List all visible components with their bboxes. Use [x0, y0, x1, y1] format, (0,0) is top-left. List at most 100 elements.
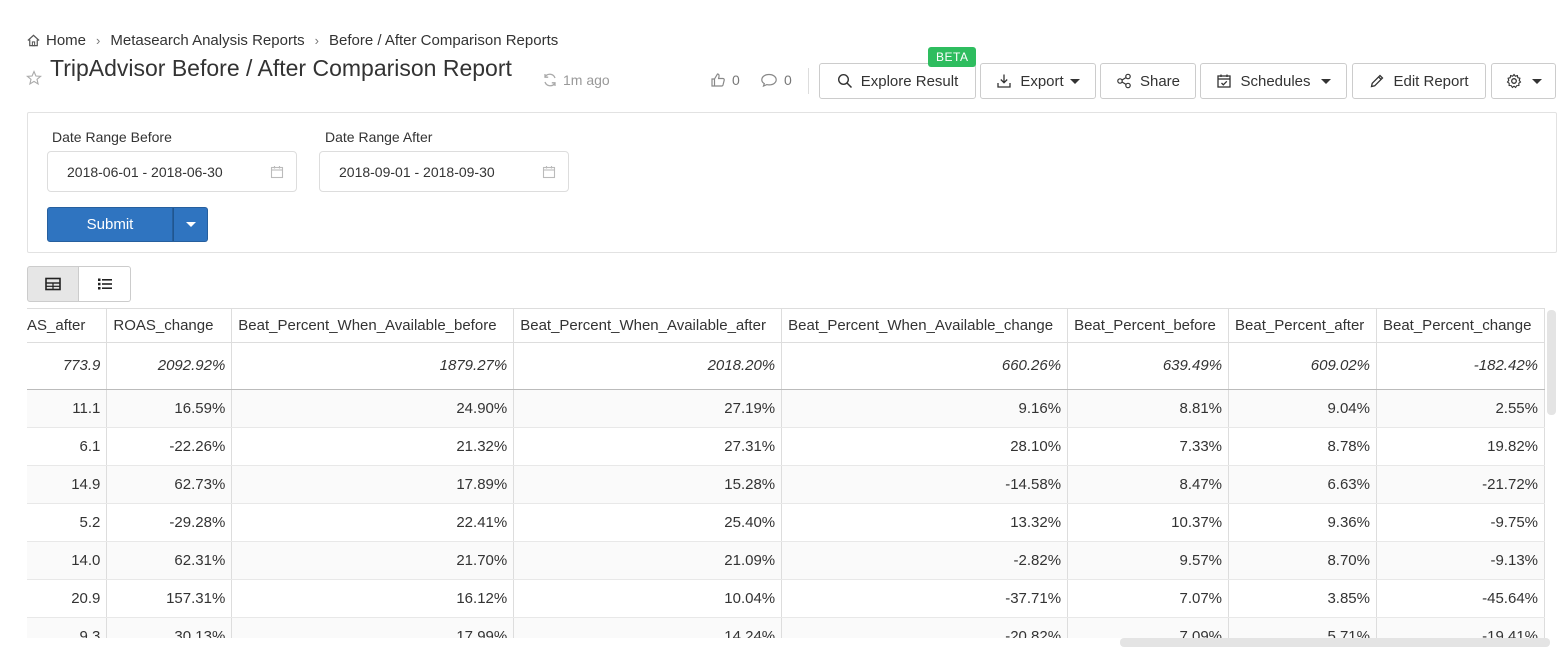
column-header[interactable]: AS_after: [27, 309, 108, 343]
column-header[interactable]: Beat_Percent_after: [1228, 309, 1377, 343]
breadcrumb-home[interactable]: Home: [46, 32, 86, 49]
table-cell: 7.33%: [1067, 427, 1230, 466]
list-view-button[interactable]: [79, 266, 131, 302]
table-cell: -9.75%: [1376, 503, 1545, 542]
edit-report-button[interactable]: Edit Report: [1352, 63, 1486, 99]
comment-count: 0: [784, 72, 792, 88]
refresh-time: 1m ago: [563, 72, 610, 88]
share-icon: [1117, 73, 1131, 89]
refresh-icon: [544, 73, 556, 87]
table-cell: -182.42%: [1376, 342, 1545, 390]
table-row: 20.9 157.31% 16.12% 10.04% -37.71% 7.07%…: [27, 579, 1545, 618]
table-cell: 8.78%: [1228, 427, 1377, 466]
table-cell: -20.82%: [781, 617, 1069, 638]
export-button[interactable]: Export: [980, 63, 1096, 99]
column-header[interactable]: Beat_Percent_before: [1067, 309, 1230, 343]
table-cell: -37.71%: [781, 579, 1069, 618]
date-range-after-value: 2018-09-01 - 2018-09-30: [339, 163, 495, 180]
download-icon: [997, 74, 1011, 88]
results-table-container: AS_after ROAS_change Beat_Percent_When_A…: [27, 308, 1545, 638]
table-cell: 8.70%: [1228, 541, 1377, 580]
table-row: 6.1 -22.26% 21.32% 27.31% 28.10% 7.33% 8…: [27, 427, 1545, 466]
date-range-before-input[interactable]: 2018-06-01 - 2018-06-30: [47, 151, 297, 192]
table-cell: 28.10%: [781, 427, 1069, 466]
table-cell: 9.04%: [1228, 389, 1377, 428]
page-title: TripAdvisor Before / After Comparison Re…: [50, 55, 512, 81]
table-cell: -14.58%: [781, 465, 1069, 504]
table-cell: 6.63%: [1228, 465, 1377, 504]
table-cell: 62.31%: [106, 541, 233, 580]
table-row: 5.2 -29.28% 22.41% 25.40% 13.32% 10.37% …: [27, 503, 1545, 542]
table-cell: -22.26%: [106, 427, 233, 466]
breadcrumb: Home › Metasearch Analysis Reports › Bef…: [26, 32, 558, 49]
share-button[interactable]: Share: [1100, 63, 1196, 99]
calendar-check-icon: [1217, 74, 1232, 88]
table-cell: -19.41%: [1376, 617, 1545, 638]
home-icon[interactable]: [26, 33, 41, 48]
table-cell: 639.49%: [1067, 342, 1230, 390]
table-cell: 14.0: [27, 541, 108, 580]
refresh-status[interactable]: 1m ago: [542, 72, 610, 88]
submit-options-button[interactable]: [173, 207, 208, 242]
table-cell: 1879.27%: [231, 342, 515, 390]
table-cell: 14.24%: [513, 617, 783, 638]
beta-badge: BETA: [928, 47, 977, 67]
table-cell: 9.36%: [1228, 503, 1377, 542]
table-cell: 6.1: [27, 427, 108, 466]
report-header: TripAdvisor Before / After Comparison Re…: [26, 47, 1559, 108]
divider: [808, 68, 809, 94]
caret-down-icon: [1531, 78, 1542, 84]
table-cell: 21.09%: [513, 541, 783, 580]
table-cell: 773.9: [27, 342, 108, 390]
table-cell: 609.02%: [1228, 342, 1377, 390]
table-row: 14.0 62.31% 21.70% 21.09% -2.82% 9.57% 8…: [27, 541, 1545, 580]
table-row: 14.9 62.73% 17.89% 15.28% -14.58% 8.47% …: [27, 465, 1545, 504]
view-toggle: [27, 266, 131, 302]
table-cell: 9.3: [27, 617, 108, 638]
table-icon: [45, 277, 61, 291]
share-label: Share: [1139, 72, 1181, 90]
summary-row: 773.9 2092.92% 1879.27% 2018.20% 660.26%…: [27, 342, 1545, 390]
results-table: AS_after ROAS_change Beat_Percent_When_A…: [27, 309, 1545, 638]
table-cell: 157.31%: [106, 579, 233, 618]
list-icon: [97, 278, 112, 290]
table-cell: 2092.92%: [106, 342, 233, 390]
explore-result-button[interactable]: Explore Result: [819, 63, 976, 99]
table-row: 11.1 16.59% 24.90% 27.19% 9.16% 8.81% 9.…: [27, 389, 1545, 428]
date-range-before-value: 2018-06-01 - 2018-06-30: [67, 163, 223, 180]
like-counter[interactable]: 0: [710, 72, 740, 88]
table-cell: 2018.20%: [513, 342, 783, 390]
star-icon[interactable]: [26, 70, 42, 86]
schedules-button[interactable]: Schedules: [1200, 63, 1347, 99]
thumbs-up-icon: [711, 73, 725, 87]
vertical-scrollbar[interactable]: [1547, 310, 1556, 415]
date-range-after-input[interactable]: 2018-09-01 - 2018-09-30: [319, 151, 569, 192]
column-header[interactable]: Beat_Percent_change: [1376, 309, 1545, 343]
breadcrumb-metasearch[interactable]: Metasearch Analysis Reports: [110, 32, 304, 49]
date-range-after-label: Date Range After: [325, 129, 433, 145]
table-cell: 8.81%: [1067, 389, 1230, 428]
comment-counter[interactable]: 0: [760, 72, 792, 88]
column-header[interactable]: Beat_Percent_When_Available_after: [513, 309, 783, 343]
schedules-label: Schedules: [1240, 72, 1311, 90]
table-cell: -45.64%: [1376, 579, 1545, 618]
breadcrumb-comparison[interactable]: Before / After Comparison Reports: [329, 32, 558, 49]
calendar-icon: [270, 166, 284, 179]
table-cell: 8.47%: [1067, 465, 1230, 504]
column-header[interactable]: Beat_Percent_When_Available_before: [231, 309, 515, 343]
caret-down-icon: [1069, 78, 1080, 84]
table-cell: 16.59%: [106, 389, 233, 428]
table-cell: 9.57%: [1067, 541, 1230, 580]
table-cell: 27.19%: [513, 389, 783, 428]
column-header[interactable]: ROAS_change: [106, 309, 233, 343]
table-cell: 15.28%: [513, 465, 783, 504]
column-header[interactable]: Beat_Percent_When_Available_change: [781, 309, 1069, 343]
table-view-button[interactable]: [27, 266, 79, 302]
table-cell: -9.13%: [1376, 541, 1545, 580]
submit-button[interactable]: Submit: [47, 207, 173, 242]
table-cell: -2.82%: [781, 541, 1069, 580]
horizontal-scrollbar[interactable]: [1120, 638, 1550, 647]
table-cell: 17.99%: [231, 617, 515, 638]
settings-button[interactable]: [1491, 63, 1556, 99]
filter-panel: Date Range Before 2018-06-01 - 2018-06-3…: [27, 112, 1557, 253]
